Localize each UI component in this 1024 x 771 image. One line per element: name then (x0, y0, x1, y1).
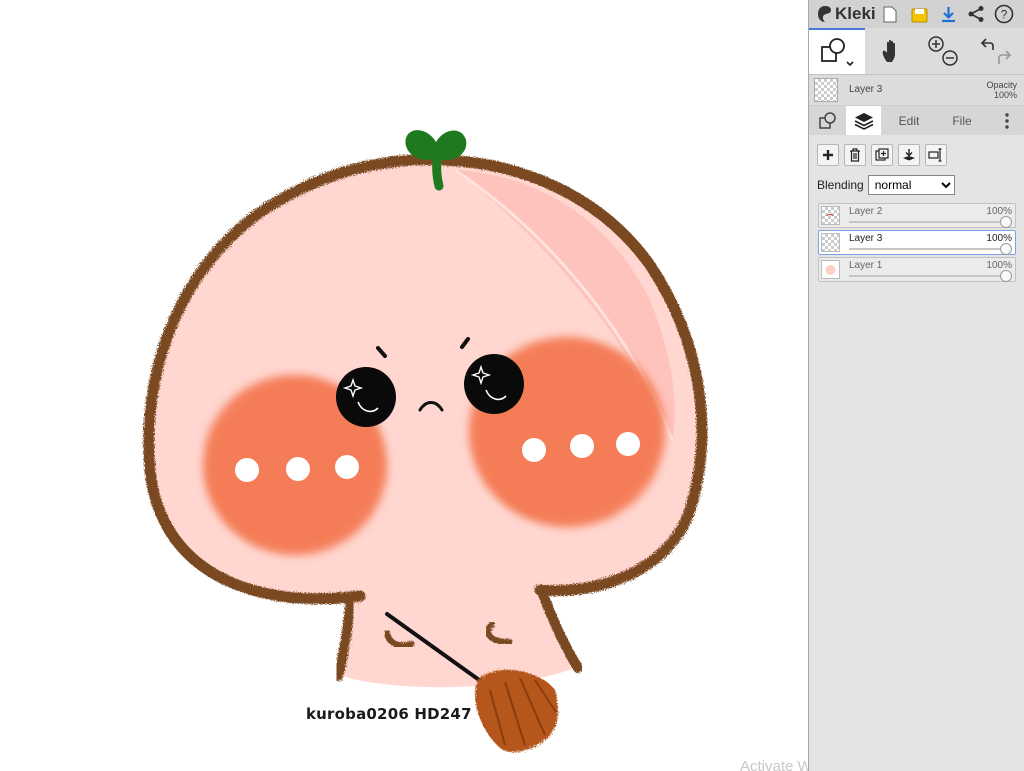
layer-opacity: 100% (986, 260, 1012, 271)
brush-tab-icon (818, 112, 836, 129)
layer-opacity-slider-handle[interactable] (1000, 216, 1012, 228)
hand-tool-icon (882, 39, 895, 62)
undo-redo-buttons (973, 30, 1019, 72)
tab-brush[interactable] (809, 106, 846, 136)
tab-layers[interactable] (846, 106, 881, 136)
blending-mode-select[interactable]: normal (867, 175, 955, 195)
layers-icon (854, 113, 873, 130)
brush-tool-icon (821, 38, 854, 67)
layer-opacity-slider-handle[interactable] (1000, 270, 1012, 282)
kleki-logo-icon (818, 6, 831, 22)
zoom-in-icon[interactable] (928, 36, 944, 52)
layer-thumbnail (821, 206, 840, 225)
share-icon[interactable] (965, 3, 987, 25)
drawing-canvas[interactable]: kuroba0206 HD247 Activate Windows (0, 0, 808, 771)
duplicate-layer-button[interactable] (871, 144, 893, 166)
layer-opacity-slider[interactable] (849, 248, 1005, 250)
tab-more[interactable] (995, 106, 1019, 136)
opacity-label: Opacity (986, 80, 1017, 90)
layer-opacity-slider[interactable] (849, 275, 1005, 277)
duplicate-layer-icon (875, 148, 889, 161)
delete-layer-button[interactable] (844, 144, 866, 166)
delete-layer-icon (850, 148, 860, 162)
layer-opacity: 100% (986, 206, 1012, 217)
tools-row (809, 28, 1024, 75)
layer-name: Layer 1 (849, 260, 883, 271)
layer-thumbnail (821, 233, 840, 252)
character-body (340, 585, 575, 688)
tab-edit[interactable]: Edit (889, 106, 929, 136)
top-bar: Kleki ? (809, 0, 1024, 28)
layer-action-buttons (817, 144, 947, 166)
hand-tool-button[interactable] (871, 30, 913, 72)
opacity-value: 100% (993, 90, 1017, 100)
layer-opacity-slider[interactable] (849, 221, 1005, 223)
merge-down-button[interactable] (898, 144, 920, 166)
add-layer-button[interactable] (817, 144, 839, 166)
undo-icon[interactable] (980, 38, 994, 50)
zoom-buttons (921, 30, 967, 72)
rename-layer-button[interactable] (925, 144, 947, 166)
rename-layer-icon (928, 148, 942, 162)
layer-opacity-slider-handle[interactable] (1000, 243, 1012, 255)
zoom-out-icon[interactable] (942, 50, 958, 66)
sprout-stem (432, 155, 444, 191)
save-icon[interactable] (908, 3, 930, 25)
broom-bristles (475, 669, 558, 753)
app-name: Kleki (835, 4, 876, 23)
current-layer-thumbnail (814, 78, 838, 102)
layer-name: Layer 2 (849, 206, 883, 217)
download-icon[interactable] (937, 3, 959, 25)
sidebar: Kleki ? Layer 3 Opacity 100% Edit File B… (808, 0, 1024, 771)
merge-down-icon (903, 149, 915, 161)
current-layer-opacity: Opacity 100% (986, 80, 1017, 100)
help-icon[interactable]: ? (993, 3, 1015, 25)
layer-opacity: 100% (986, 233, 1012, 244)
app-logo[interactable]: Kleki (817, 0, 876, 28)
redo-icon[interactable] (998, 50, 1012, 64)
brush-tool-button[interactable] (809, 28, 865, 74)
layer-list: Layer 2 100% Layer 3 100% Layer 1 100% (818, 203, 1016, 284)
right-eye (464, 354, 524, 414)
artist-watermark: kuroba0206 HD247 (306, 705, 472, 723)
sprout-leaf (405, 130, 467, 161)
layer-thumbnail (821, 260, 840, 279)
more-vertical-icon (1005, 113, 1009, 129)
layers-panel: Blending normal Layer 2 100% Layer 3 100… (809, 135, 1024, 771)
svg-text:?: ? (1001, 8, 1008, 22)
tab-file[interactable]: File (943, 106, 981, 136)
blending-row: Blending normal (817, 175, 955, 195)
current-layer-preview: Layer 3 Opacity 100% (809, 75, 1024, 106)
left-eye (336, 367, 396, 427)
current-layer-name: Layer 3 (849, 84, 883, 95)
layer-row-layer-2[interactable]: Layer 2 100% (818, 203, 1016, 228)
layer-row-layer-1[interactable]: Layer 1 100% (818, 257, 1016, 282)
layer-row-layer-3[interactable]: Layer 3 100% (818, 230, 1016, 255)
blending-label: Blending (817, 178, 864, 192)
panel-tabs: Edit File (809, 106, 1024, 136)
canvas-artwork (143, 130, 708, 753)
add-layer-icon (823, 150, 833, 160)
layer-name: Layer 3 (849, 233, 883, 244)
new-image-icon[interactable] (879, 3, 901, 25)
activate-windows-overlay: Activate Windows (740, 758, 808, 771)
